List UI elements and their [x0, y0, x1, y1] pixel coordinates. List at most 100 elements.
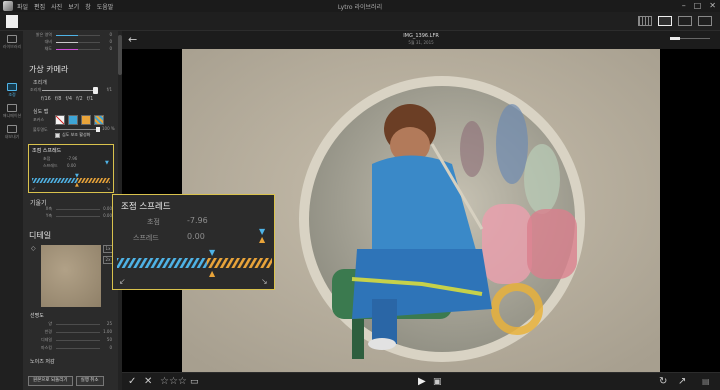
info-icon[interactable]: ▤: [702, 376, 710, 388]
slider-value: 0: [109, 32, 112, 37]
focus-marker-icon[interactable]: ▼: [75, 173, 79, 179]
slider-contrast[interactable]: 대비 0: [30, 39, 112, 45]
aperture-track[interactable]: [42, 90, 97, 91]
overlay-far-swatch[interactable]: [81, 115, 91, 125]
focus-value[interactable]: -7.96: [67, 156, 77, 161]
maximize-button[interactable]: □: [694, 1, 702, 10]
rail-animation[interactable]: 애니메이션: [0, 104, 24, 119]
reset-to-original-button[interactable]: 원본으로 되돌리기: [28, 376, 73, 386]
callout-title: 조점 스프레드: [121, 202, 171, 212]
library-thumbnail-icon[interactable]: [6, 15, 18, 28]
texture-diamond-icon[interactable]: ◇: [31, 245, 36, 252]
sharpen-radius-slider[interactable]: 반경 1.00: [30, 329, 112, 335]
depth-assist-checkbox[interactable]: [55, 132, 60, 138]
detail-texture-preview[interactable]: [41, 245, 101, 307]
photo-date: 5월 31, 2015: [408, 40, 434, 45]
rail-adjust-label: 조정: [8, 92, 16, 97]
overlay-near-swatch[interactable]: [68, 115, 78, 125]
adjust-icon: [7, 83, 17, 91]
sharpen-masking-slider[interactable]: 마스킹 0: [30, 345, 112, 351]
callout-focus-marker-icon[interactable]: ▼: [209, 248, 215, 257]
export-share-icon[interactable]: ↗: [678, 376, 686, 388]
callout-focus-spread-bar[interactable]: [117, 256, 272, 270]
slider-track[interactable]: [56, 49, 100, 50]
slider-value: 50: [106, 337, 112, 342]
zoom-knob[interactable]: [670, 37, 680, 40]
comment-icon[interactable]: ▭: [190, 376, 199, 388]
overlay-none-swatch[interactable]: [55, 115, 65, 125]
spread-value[interactable]: 0.00: [67, 163, 76, 168]
rail-export[interactable]: 내보내기: [0, 125, 24, 140]
opacity-knob[interactable]: [96, 127, 100, 132]
undo-button[interactable]: 실행 취소: [75, 376, 104, 386]
shield-check-icon[interactable]: ✓: [128, 376, 136, 388]
slider-highlights[interactable]: 밝은 영역 0: [30, 32, 112, 38]
depth-focus-label: 포커스: [33, 117, 45, 122]
reject-icon[interactable]: ✕: [144, 376, 152, 388]
compare-view-icon[interactable]: [698, 16, 712, 26]
depth-overlay-swatches: [55, 115, 104, 125]
callout-far-marker-orange-icon[interactable]: ▲: [259, 235, 265, 244]
far-arrow-icon[interactable]: ↘: [106, 186, 110, 192]
slider-track[interactable]: [56, 324, 100, 325]
far-marker-icon[interactable]: ▼: [105, 160, 109, 166]
rail-animation-label: 애니메이션: [2, 113, 22, 118]
export-icon: [7, 125, 17, 133]
callout-near-arrow-icon[interactable]: ↙: [119, 277, 126, 286]
slider-track[interactable]: [56, 340, 100, 341]
sharpen-detail-slider[interactable]: 디테일 50: [30, 337, 112, 343]
callout-far-arrow-icon[interactable]: ↘: [261, 277, 268, 286]
fstop-label: f/2: [76, 96, 83, 102]
fstop-label: f/4: [65, 96, 73, 102]
tilt-y-slider[interactable]: Y축 0.00: [30, 213, 112, 219]
minimize-button[interactable]: –: [682, 1, 686, 10]
slider-value: 25: [106, 321, 112, 326]
slider-saturation[interactable]: 채도 0: [30, 46, 112, 52]
callout-spread-marker-icon[interactable]: ▲: [209, 269, 215, 278]
zoom-slider[interactable]: [670, 37, 710, 40]
slider-track[interactable]: [56, 209, 100, 210]
virtual-camera-title: 가상 카메라: [29, 65, 69, 74]
slider-track[interactable]: [56, 348, 100, 349]
window-title: Lytro 라이브러리: [337, 4, 383, 11]
sharpen-amount-slider[interactable]: 양 25: [30, 321, 112, 327]
slider-label: 채도: [44, 46, 52, 51]
grid-view-icon[interactable]: [638, 16, 652, 26]
filmstrip-view-icon[interactable]: [678, 16, 692, 26]
aperture-value: f/1: [106, 87, 112, 92]
rating-stars[interactable]: ☆☆☆: [160, 376, 187, 388]
rail-adjust[interactable]: 조정: [0, 83, 24, 98]
animation-preview-icon[interactable]: ▣: [433, 376, 442, 388]
viewer-header: ← IMG_1396.LFR 5월 31, 2015: [122, 31, 720, 49]
spread-marker-icon[interactable]: ▲: [75, 182, 79, 188]
close-button[interactable]: ✕: [709, 1, 716, 10]
opacity-slider[interactable]: [55, 129, 99, 130]
noise-reduction-title: 노이즈 저감: [30, 359, 55, 365]
aperture-slider[interactable]: 조리개 f/1: [30, 87, 112, 95]
slider-label: 디테일: [40, 337, 52, 342]
focus-spread-panel: 조점 스프레드 초점 -7.96 스프레드 0.00 ▼ ▲ ▼ ↙ ↘: [28, 144, 114, 193]
near-arrow-icon[interactable]: ↙: [32, 186, 36, 192]
aperture-knob[interactable]: [93, 87, 98, 94]
slider-track[interactable]: [56, 35, 100, 36]
fstop-label: f/16: [41, 96, 51, 102]
library-icon: [7, 35, 17, 43]
slider-fill: [56, 42, 78, 43]
callout-focus-value[interactable]: -7.96: [187, 216, 208, 225]
play-button[interactable]: ▶: [418, 376, 426, 388]
slider-track[interactable]: [56, 332, 100, 333]
detail-title: 디테일: [29, 231, 52, 240]
rotate-icon[interactable]: ↻: [659, 376, 667, 388]
focus-spread-bar-small[interactable]: [32, 178, 110, 183]
slider-track[interactable]: [56, 42, 100, 43]
slider-track[interactable]: [56, 216, 100, 217]
rail-library[interactable]: 라이브러리: [0, 35, 24, 50]
focus-spread-title: 조점 스프레드: [32, 148, 62, 154]
tilt-x-label: X축: [45, 206, 52, 211]
depth-assist-checkbox-row[interactable]: 심도 보조 활성화: [55, 132, 90, 138]
callout-spread-value[interactable]: 0.00: [187, 232, 205, 241]
tilt-x-slider[interactable]: X축 0.00: [30, 206, 112, 212]
single-view-icon[interactable]: [658, 16, 672, 26]
overlay-both-swatch[interactable]: [94, 115, 104, 125]
photo-filename: IMG_1396.LFR: [403, 33, 439, 39]
